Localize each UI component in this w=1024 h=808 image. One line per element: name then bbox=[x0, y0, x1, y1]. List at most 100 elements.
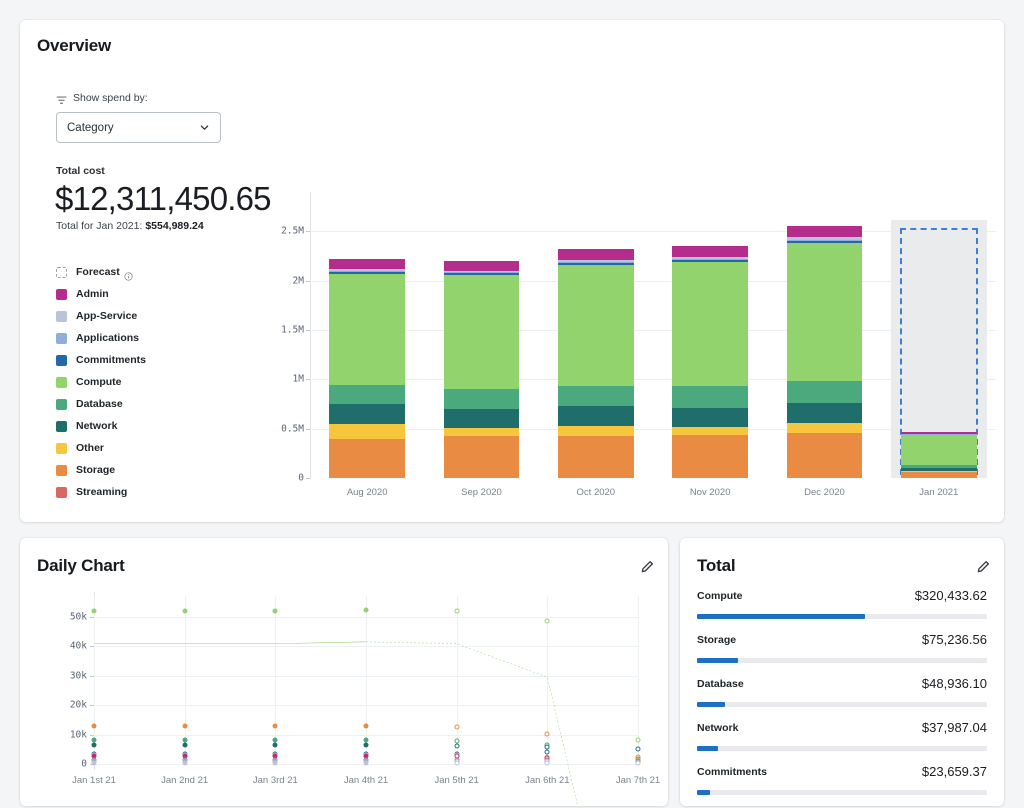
total-row: Database $48,936.10 bbox=[697, 676, 987, 720]
data-point-marker[interactable] bbox=[363, 737, 369, 743]
bar-segment-network[interactable] bbox=[786, 403, 863, 423]
bar-chart-column[interactable]: Oct 2020 bbox=[539, 192, 653, 498]
info-icon[interactable] bbox=[124, 268, 133, 281]
bar-segment-other[interactable] bbox=[443, 428, 520, 437]
bar-segment-database[interactable] bbox=[672, 386, 748, 408]
stacked-bar[interactable] bbox=[329, 259, 405, 478]
data-point-marker[interactable] bbox=[635, 737, 641, 743]
data-point-marker[interactable] bbox=[544, 760, 550, 766]
data-point-marker[interactable] bbox=[363, 742, 369, 748]
bar-segment-other[interactable] bbox=[558, 425, 634, 436]
data-point-marker[interactable] bbox=[635, 746, 641, 752]
total-row-label: Compute bbox=[697, 590, 743, 602]
bar-segment-compute[interactable] bbox=[672, 262, 748, 387]
data-point-marker[interactable] bbox=[454, 724, 460, 730]
bar-segment-database[interactable] bbox=[558, 385, 634, 407]
stacked-bar[interactable] bbox=[786, 225, 863, 478]
data-point-marker[interactable] bbox=[454, 760, 460, 766]
bar-segment-other[interactable] bbox=[786, 422, 863, 434]
bar-segment-compute[interactable] bbox=[901, 435, 977, 466]
data-point-marker[interactable] bbox=[272, 608, 278, 614]
data-point-marker[interactable] bbox=[91, 608, 97, 614]
legend-item-streaming[interactable]: Streaming bbox=[56, 481, 256, 503]
bar-segment-compute[interactable] bbox=[443, 275, 520, 389]
bar-segment-database[interactable] bbox=[329, 384, 405, 404]
data-point-marker[interactable] bbox=[363, 607, 369, 613]
stacked-bar[interactable] bbox=[443, 260, 520, 478]
legend-item-other[interactable]: Other bbox=[56, 437, 256, 459]
bar-segment-compute[interactable] bbox=[786, 242, 863, 382]
pencil-icon[interactable] bbox=[640, 560, 654, 574]
legend-item-admin[interactable]: Admin bbox=[56, 283, 256, 305]
data-point-marker[interactable] bbox=[454, 743, 460, 749]
data-point-marker[interactable] bbox=[182, 737, 188, 743]
legend-item-app-service[interactable]: App-Service bbox=[56, 305, 256, 327]
bar-segment-storage[interactable] bbox=[558, 435, 634, 478]
bar-segment-storage[interactable] bbox=[443, 436, 520, 478]
bar-chart-y-tick-label: 1M bbox=[292, 373, 304, 385]
stacked-bar[interactable] bbox=[672, 246, 748, 478]
data-point-marker[interactable] bbox=[363, 760, 369, 766]
legend-item-storage[interactable]: Storage bbox=[56, 459, 256, 481]
data-point-marker[interactable] bbox=[91, 723, 97, 729]
bar-segment-compute[interactable] bbox=[329, 273, 405, 385]
data-point-marker[interactable] bbox=[182, 723, 188, 729]
bar-segment-compute[interactable] bbox=[558, 265, 634, 386]
bar-segment-database[interactable] bbox=[443, 388, 520, 410]
bar-segment-other[interactable] bbox=[329, 423, 405, 439]
pencil-icon[interactable] bbox=[976, 560, 990, 574]
total-row-progress-track bbox=[697, 746, 987, 751]
legend-swatch-icon bbox=[56, 442, 67, 454]
legend-item-commitments[interactable]: Commitments bbox=[56, 349, 256, 371]
bar-segment-storage[interactable] bbox=[901, 471, 977, 478]
legend-item-forecast[interactable]: Forecast bbox=[56, 261, 256, 283]
data-point-marker[interactable] bbox=[91, 742, 97, 748]
data-point-marker[interactable] bbox=[182, 742, 188, 748]
bar-segment-admin[interactable] bbox=[329, 259, 405, 270]
stacked-bar[interactable] bbox=[901, 432, 977, 478]
bar-segment-network[interactable] bbox=[443, 409, 520, 429]
bar-chart-column[interactable]: Dec 2020 bbox=[767, 192, 881, 498]
data-point-marker[interactable] bbox=[544, 731, 550, 737]
tick-mark bbox=[306, 478, 310, 479]
bar-segment-network[interactable] bbox=[558, 406, 634, 426]
legend-swatch-icon bbox=[56, 420, 67, 432]
bar-segment-admin[interactable] bbox=[672, 246, 748, 258]
bar-segment-other[interactable] bbox=[672, 426, 748, 435]
bar-segment-admin[interactable] bbox=[558, 249, 634, 261]
data-point-marker[interactable] bbox=[363, 723, 369, 729]
legend-item-network[interactable]: Network bbox=[56, 415, 256, 437]
data-point-marker[interactable] bbox=[182, 608, 188, 614]
bar-chart-column[interactable]: Jan 2021 bbox=[882, 192, 996, 498]
show-spend-by-select[interactable]: Category bbox=[56, 112, 221, 143]
data-point-marker[interactable] bbox=[272, 742, 278, 748]
bar-chart-column[interactable]: Aug 2020 bbox=[310, 192, 424, 498]
daily-chart-card: Daily Chart 0 10k 20k 30k 40k 50k Jan 1st 21 Ja… bbox=[20, 538, 668, 806]
bar-segment-storage[interactable] bbox=[329, 438, 405, 478]
bar-segment-database[interactable] bbox=[786, 381, 863, 404]
stacked-bar[interactable] bbox=[558, 249, 634, 478]
data-point-marker[interactable] bbox=[91, 760, 97, 766]
legend-item-compute[interactable]: Compute bbox=[56, 371, 256, 393]
bar-segment-network[interactable] bbox=[329, 403, 405, 424]
legend-item-applications[interactable]: Applications bbox=[56, 327, 256, 349]
data-point-marker[interactable] bbox=[544, 618, 550, 624]
data-point-marker[interactable] bbox=[454, 608, 460, 614]
data-point-marker[interactable] bbox=[91, 737, 97, 743]
legend-item-database[interactable]: Database bbox=[56, 393, 256, 415]
bar-segment-admin[interactable] bbox=[786, 225, 863, 238]
data-point-marker[interactable] bbox=[272, 737, 278, 743]
data-point-marker[interactable] bbox=[272, 760, 278, 766]
bar-chart-column[interactable]: Nov 2020 bbox=[653, 192, 767, 498]
bar-segment-network[interactable] bbox=[672, 407, 748, 427]
legend-item-label: Other bbox=[76, 442, 105, 454]
bar-segment-storage[interactable] bbox=[786, 433, 863, 478]
bar-segment-admin[interactable] bbox=[443, 260, 520, 271]
bar-chart-column[interactable]: Sep 2020 bbox=[424, 192, 538, 498]
data-point-marker[interactable] bbox=[272, 723, 278, 729]
bar-chart-plot-area: 0 0.5M 1M 1.5M 2M 2.5M Aug 2020 Sep 2020 Oct 202… bbox=[281, 192, 996, 498]
bar-segment-storage[interactable] bbox=[672, 434, 748, 478]
total-row-progress-track bbox=[697, 790, 987, 795]
data-point-marker[interactable] bbox=[635, 760, 641, 766]
data-point-marker[interactable] bbox=[182, 760, 188, 766]
